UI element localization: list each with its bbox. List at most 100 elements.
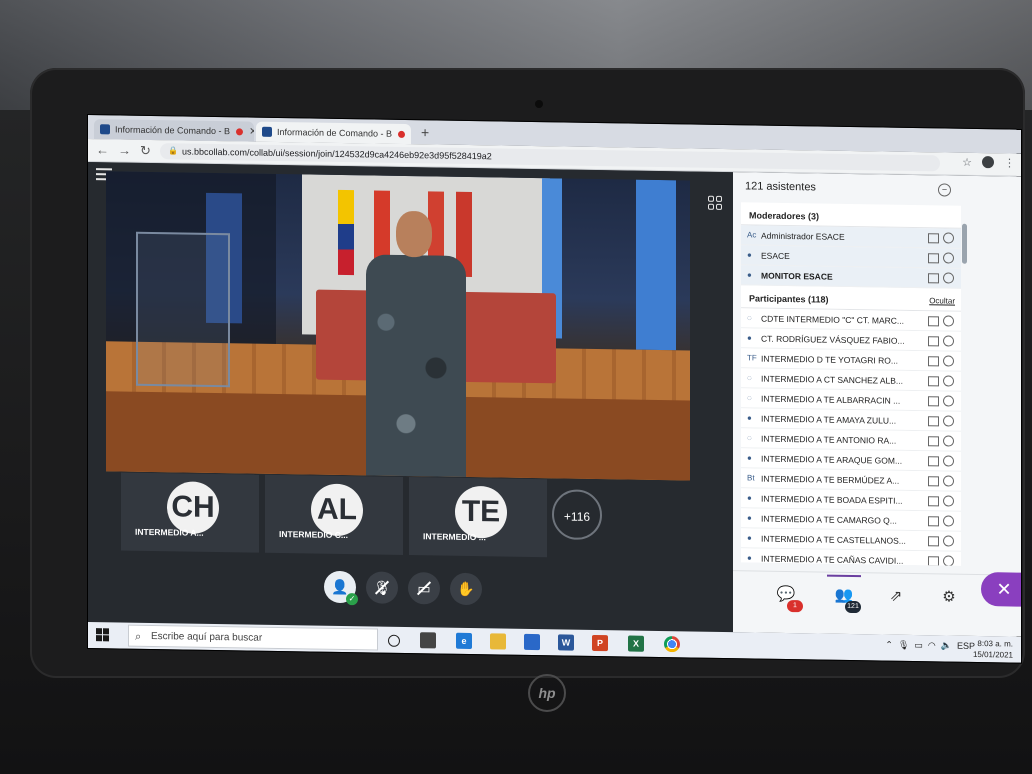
user-icon: ● [747,333,752,343]
attendees-list: Moderadores (3) Ac Administrador ESACE ● E… [741,202,961,566]
chat-icon[interactable] [928,416,939,427]
volume-icon[interactable]: 🔈 [941,640,952,650]
browser-tab-2[interactable]: Información de Comando - B ✕ [256,121,411,145]
profile-icon[interactable] [982,156,994,169]
options-icon[interactable] [943,475,954,487]
options-icon[interactable] [943,415,954,427]
share-content-button[interactable]: ⇗ [885,586,907,608]
user-icon: ● [747,513,752,523]
chrome-icon[interactable] [664,636,680,653]
edge-icon[interactable]: e [456,632,472,650]
chat-icon[interactable] [928,536,939,547]
options-icon[interactable] [943,375,954,387]
options-icon[interactable] [943,495,954,507]
taskbar-search-input[interactable]: ⌕ Escribe aquí para buscar [128,624,378,651]
battery-icon[interactable]: ▭ [914,640,923,650]
excel-icon[interactable]: X [628,635,644,652]
task-view-icon[interactable] [420,632,436,649]
my-status-button[interactable]: 👤 ✓ [324,570,358,606]
scrollbar[interactable] [962,223,967,264]
close-tab-icon[interactable]: ✕ [249,126,254,137]
options-icon[interactable] [943,355,954,367]
participant-thumbnail[interactable]: AL INTERMEDIO C... [265,474,403,555]
close-panel-button[interactable]: ✕ [981,572,1021,607]
panel-options-icon[interactable]: − [938,183,951,197]
options-icon[interactable] [943,232,954,244]
chat-icon[interactable] [928,376,939,387]
participant-thumbnail[interactable]: CH INTERMEDIO A... [121,472,259,553]
back-icon[interactable]: ← [96,142,109,157]
file-explorer-icon[interactable] [490,633,506,650]
options-icon[interactable] [943,395,954,407]
settings-button[interactable]: ⚙ [938,586,960,608]
menu-dots-icon[interactable]: ⋮ [1004,156,1015,169]
camera-off-icon: ▭ [417,580,431,597]
participant-thumbnail[interactable]: TE INTERMEDIO ... [409,477,547,558]
chat-icon[interactable] [928,253,939,264]
powerpoint-icon[interactable]: P [592,634,608,652]
search-icon: ⌕ [135,630,142,643]
panel-footer: 💬 1 👥 121 ⇗ ⚙ [733,570,1021,624]
options-icon[interactable] [943,252,954,264]
chat-icon[interactable] [928,556,939,566]
microphone-icon[interactable]: 🎙 [898,640,909,650]
chevron-up-icon[interactable]: ⌃ [885,640,893,650]
taskbar-clock[interactable]: 8:03 a. m. 15/01/2021 [973,638,1013,661]
avatar: TE [455,485,507,539]
options-icon[interactable] [943,455,954,467]
star-icon[interactable]: ☆ [962,156,972,169]
chat-icon[interactable] [928,496,939,507]
user-icon: TF [747,353,757,363]
user-icon: ◌ [747,433,752,443]
check-icon: ✓ [346,593,358,606]
chat-icon[interactable] [928,336,939,347]
user-icon: ● [747,250,752,260]
microphone-button[interactable]: 🎙 [366,571,398,604]
wifi-icon[interactable]: ◠ [928,640,936,650]
close-icon: ✕ [996,579,1012,600]
options-icon[interactable] [943,535,954,547]
windows-start-icon[interactable] [96,628,109,642]
chat-icon[interactable] [928,396,939,407]
share-icon: ⇗ [889,587,903,605]
word-icon[interactable]: W [558,634,574,651]
chat-icon[interactable] [928,516,939,527]
list-item[interactable]: ● INTERMEDIO A TE CAÑAS CAVIDI... [741,548,961,566]
cortana-icon[interactable] [388,634,400,647]
tab-title: Información de Comando - B [277,126,393,139]
chat-icon[interactable] [928,356,939,367]
options-icon[interactable] [943,515,954,527]
raise-hand-button[interactable]: ✋ [450,572,482,606]
chat-icon[interactable] [928,456,939,467]
clock-time: 8:03 a. m. [977,638,1013,649]
user-icon: ● [747,413,752,423]
chat-icon[interactable] [928,233,939,244]
browser-actions: ☆ ⋮ [962,156,1015,170]
presenter-uniform [366,254,466,481]
user-icon: ● [747,270,752,280]
attendees-button[interactable]: 👥 121 [833,585,861,614]
options-icon[interactable] [943,335,954,347]
collaborate-app: CH INTERMEDIO A... AL INTERMEDIO C... TE… [88,162,1021,637]
camera-button[interactable]: ▭ [408,572,440,605]
store-icon[interactable] [524,633,540,651]
chat-icon[interactable] [928,316,939,327]
new-tab-button[interactable]: + [421,124,429,140]
forward-icon[interactable]: → [118,142,131,157]
options-icon[interactable] [943,315,954,327]
options-icon[interactable] [943,272,954,284]
user-icon: Bt [747,473,755,483]
gear-icon: ⚙ [942,588,956,606]
hide-link[interactable]: Ocultar [929,296,955,305]
options-icon[interactable] [943,555,954,566]
chat-icon[interactable] [928,476,939,487]
browser-tab-1[interactable]: Información de Comando - B ✕ [94,119,254,142]
more-participants-button[interactable]: +116 [552,489,602,541]
options-icon[interactable] [943,435,954,447]
reload-icon[interactable]: ↻ [140,143,151,159]
chat-icon[interactable] [928,273,939,284]
chat-icon[interactable] [928,436,939,447]
grid-view-icon[interactable] [708,195,722,210]
participants-header: Participantes (118) Ocultar [741,285,961,312]
chat-button[interactable]: 💬 1 [775,584,803,613]
